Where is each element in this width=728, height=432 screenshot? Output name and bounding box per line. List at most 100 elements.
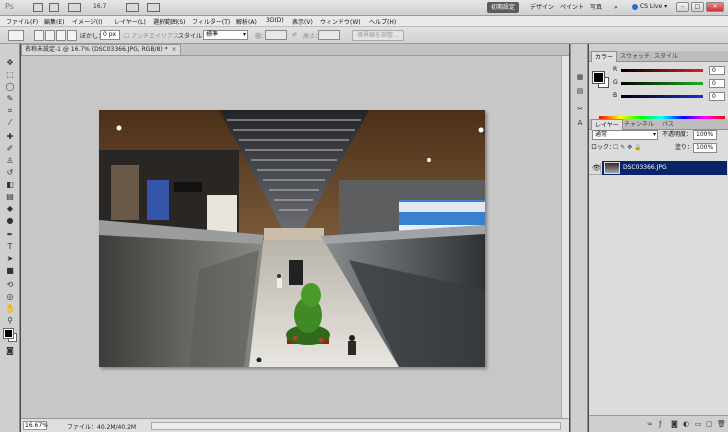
tab-paths[interactable]: パス — [659, 119, 677, 130]
status-zoom-field[interactable]: 16.67% — [23, 421, 48, 430]
close-button[interactable]: ✕ — [706, 2, 724, 12]
refine-edge-button[interactable]: 境界線を調整... — [352, 30, 404, 41]
antialias-checkbox[interactable]: ☐ アンチエイリアス — [124, 31, 179, 40]
menu-help[interactable]: ヘルプ(H) — [369, 17, 396, 26]
feather-input[interactable]: 0 px — [100, 30, 120, 40]
red-slider[interactable] — [621, 69, 703, 72]
pen-tool-icon[interactable]: ✒ — [4, 230, 16, 240]
tool-presets-panel-icon[interactable]: ✂ — [575, 104, 585, 114]
blend-mode-select[interactable]: 通常 — [592, 130, 658, 140]
horizontal-scrollbar[interactable] — [151, 422, 561, 430]
blue-slider[interactable] — [621, 95, 703, 98]
zoom-level[interactable]: 16.7 — [93, 3, 106, 10]
arrange-documents-icon[interactable] — [126, 3, 139, 12]
more-workspaces-button[interactable]: » — [610, 2, 622, 13]
delete-layer-icon[interactable]: 🗑 — [717, 420, 726, 428]
tab-layers[interactable]: レイヤー — [591, 119, 623, 130]
opacity-input[interactable]: 100% — [693, 130, 717, 140]
path-selection-tool-icon[interactable]: ➤ — [4, 254, 16, 264]
3d-orbit-tool-icon[interactable]: ◎ — [4, 292, 16, 302]
history-panel-icon[interactable]: ▦ — [575, 72, 585, 82]
intersect-selection-icon[interactable] — [67, 30, 77, 41]
lasso-tool-icon[interactable]: ◯ — [4, 82, 16, 92]
tab-swatches[interactable]: スウォッチ — [617, 51, 653, 62]
gradient-tool-icon[interactable]: ▤ — [4, 192, 16, 202]
new-selection-icon[interactable] — [34, 30, 44, 41]
brush-tool-icon[interactable]: ✐ — [4, 144, 16, 154]
workspace-painting[interactable]: ペイント — [556, 2, 588, 13]
new-layer-icon[interactable]: ▢ — [706, 420, 713, 428]
menu-3d[interactable]: 3D(D) — [266, 17, 284, 24]
workspace-photography[interactable]: 写真 — [586, 2, 606, 13]
layer-visibility-eye-icon[interactable]: 👁 — [592, 163, 601, 173]
menu-edit[interactable]: 編集(E) — [44, 17, 64, 26]
zoom-tool-icon[interactable]: ⚲ — [4, 316, 16, 326]
swap-icon[interactable]: ⇄ — [292, 31, 297, 38]
character-panel-icon[interactable]: A — [575, 118, 585, 128]
menu-layer[interactable]: レイヤー(L) — [114, 17, 146, 26]
adjustment-layer-icon[interactable]: ◐ — [683, 420, 689, 428]
screen-mode-icon[interactable] — [147, 3, 160, 12]
hand-tool-icon[interactable]: ✋ — [4, 304, 16, 314]
layer-name[interactable]: DSC03366.JPG — [623, 164, 667, 171]
green-value-input[interactable]: 0 — [709, 79, 725, 88]
properties-panel-icon[interactable]: ▤ — [575, 86, 585, 96]
type-tool-icon[interactable]: T — [4, 242, 16, 252]
red-value-input[interactable]: 0 — [709, 66, 725, 75]
lock-icons[interactable]: ☐ ✎ ✥ 🔒 — [613, 143, 642, 153]
tab-color[interactable]: カラー — [591, 51, 618, 62]
menu-image[interactable]: イメージ(I) — [72, 17, 102, 26]
layer-row[interactable]: 👁 DSC03366.JPG — [589, 161, 728, 175]
menu-window[interactable]: ウィンドウ(W) — [320, 17, 361, 26]
bridge-icon[interactable] — [33, 3, 43, 12]
menu-file[interactable]: ファイル(F) — [6, 17, 38, 26]
blue-value-input[interactable]: 0 — [709, 92, 725, 101]
document-tab[interactable]: 名称未設定-1 @ 16.7% (DSC03366.JPG, RGB/8) * × — [21, 44, 181, 55]
close-document-icon[interactable]: × — [172, 46, 177, 53]
status-file-info[interactable]: ファイル：40.2M/40.2M — [67, 422, 136, 431]
menu-view[interactable]: 表示(V) — [292, 17, 313, 26]
3d-rotate-tool-icon[interactable]: ⟲ — [4, 280, 16, 290]
workspace-design[interactable]: デザイン — [526, 2, 558, 13]
mini-bridge-icon[interactable] — [49, 3, 59, 12]
marquee-tool-icon[interactable]: ⬚ — [4, 70, 16, 80]
history-brush-tool-icon[interactable]: ↺ — [4, 168, 16, 178]
document-image[interactable] — [99, 110, 485, 367]
crop-tool-icon[interactable]: ⌗ — [4, 106, 16, 116]
view-extras-icon[interactable] — [68, 3, 81, 12]
new-group-icon[interactable]: ▭ — [695, 420, 702, 428]
eraser-tool-icon[interactable]: ◧ — [4, 180, 16, 190]
foreground-color-swatch[interactable] — [3, 328, 14, 339]
minimize-button[interactable]: – — [676, 2, 689, 12]
shape-tool-icon[interactable]: ■ — [4, 266, 16, 276]
layer-mask-icon[interactable]: ◙ — [671, 420, 678, 428]
move-tool-icon[interactable]: ✥ — [4, 58, 16, 68]
width-input[interactable] — [265, 30, 287, 40]
cs-live-button[interactable]: CS Live ▾ — [632, 3, 667, 10]
color-panel-foreground-swatch[interactable] — [592, 71, 605, 84]
healing-brush-tool-icon[interactable]: ✚ — [4, 132, 16, 142]
menu-analysis[interactable]: 解析(A) — [236, 17, 257, 26]
subtract-from-selection-icon[interactable] — [56, 30, 66, 41]
workspace-essentials[interactable]: 初期設定 — [487, 2, 520, 13]
height-input[interactable] — [318, 30, 340, 40]
style-select[interactable]: 標準 — [203, 30, 248, 40]
tool-preset-picker[interactable] — [8, 30, 24, 41]
link-layers-icon[interactable]: ∞ — [647, 420, 653, 428]
fill-input[interactable]: 100% — [693, 143, 717, 153]
clone-stamp-tool-icon[interactable]: ♙ — [4, 156, 16, 166]
green-slider[interactable] — [621, 82, 703, 85]
maximize-button[interactable]: □ — [691, 2, 704, 12]
tab-styles[interactable]: スタイル — [651, 51, 681, 62]
quick-mask-icon[interactable]: ◙ — [4, 346, 16, 356]
eyedropper-tool-icon[interactable]: ⁄ — [4, 118, 16, 128]
quick-select-tool-icon[interactable]: ✎ — [4, 94, 16, 104]
menu-select[interactable]: 選択範囲(S) — [153, 17, 186, 26]
vertical-scrollbar[interactable] — [561, 56, 569, 418]
layer-style-icon[interactable]: ƒ — [659, 420, 661, 428]
blur-tool-icon[interactable]: ◆ — [4, 204, 16, 214]
tab-channels[interactable]: チャンネル — [621, 119, 657, 130]
add-to-selection-icon[interactable] — [45, 30, 55, 41]
dodge-tool-icon[interactable]: ● — [4, 216, 16, 226]
menu-filter[interactable]: フィルター(T) — [192, 17, 230, 26]
